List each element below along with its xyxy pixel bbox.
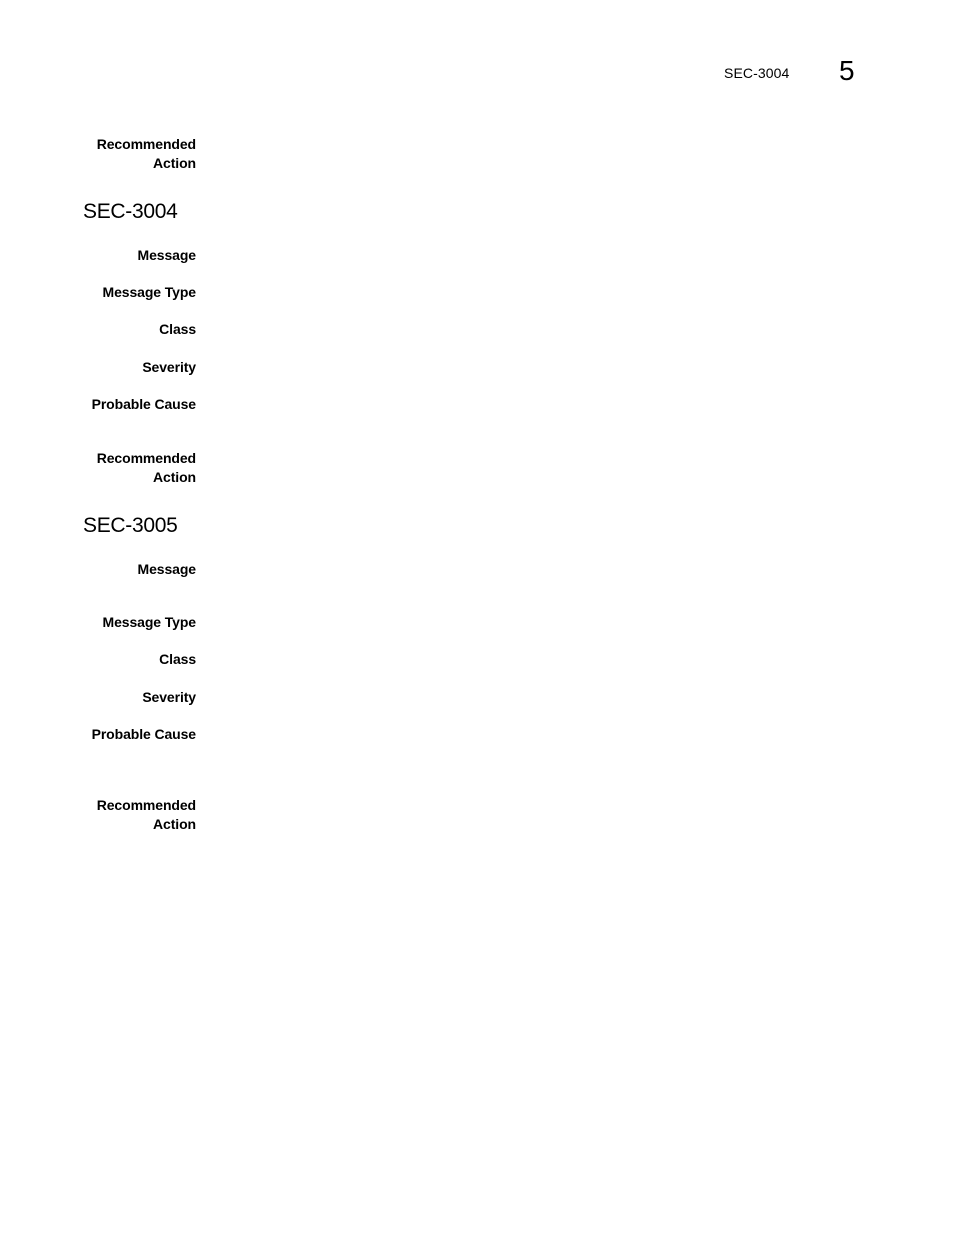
class-label: Class: [159, 321, 196, 337]
label-line: Recommended: [96, 136, 196, 152]
running-header-code: SEC-3004: [724, 65, 790, 81]
probable-cause-label: Probable Cause: [91, 396, 197, 412]
severity-label: Severity: [142, 689, 196, 705]
recommended-action-label: Recommended Action: [97, 796, 196, 834]
section-title: SEC-3004: [83, 200, 178, 223]
message-type-label: Message Type: [102, 614, 197, 630]
section-title: SEC-3005: [83, 514, 178, 537]
class-label: Class: [159, 651, 196, 667]
label-line: Action: [153, 816, 196, 832]
severity-label: Severity: [142, 359, 196, 375]
message-label: Message: [137, 247, 197, 263]
label-line: Recommended: [96, 797, 196, 813]
label-line: Recommended: [96, 450, 196, 466]
recommended-action-label: Recommended Action: [97, 135, 196, 173]
label-line: Action: [153, 155, 196, 171]
label-line: Action: [153, 469, 196, 485]
recommended-action-label: Recommended Action: [97, 449, 196, 487]
message-type-label: Message Type: [102, 284, 197, 300]
message-label: Message: [137, 561, 197, 577]
probable-cause-label: Probable Cause: [91, 726, 197, 742]
chapter-number: 5: [839, 55, 855, 86]
